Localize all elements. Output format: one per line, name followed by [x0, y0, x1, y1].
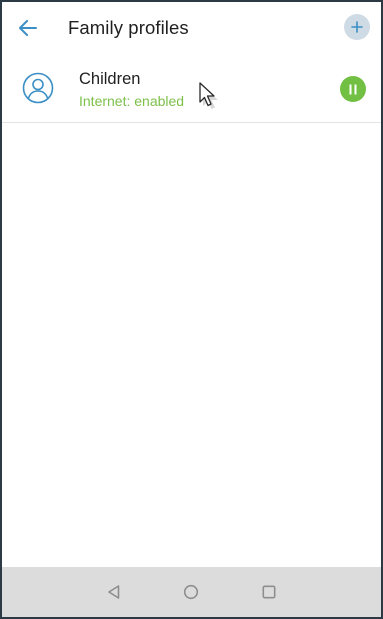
profile-status: Internet: enabled — [79, 93, 185, 109]
nav-home-button[interactable] — [180, 581, 202, 603]
pause-internet-button[interactable] — [340, 76, 366, 102]
plus-icon — [351, 21, 363, 33]
arrow-left-icon — [19, 20, 37, 36]
pause-icon — [349, 84, 357, 94]
add-profile-button[interactable] — [344, 14, 370, 40]
circle-home-icon — [183, 584, 199, 600]
nav-back-button[interactable] — [103, 581, 125, 603]
nav-recents-button[interactable] — [258, 581, 280, 603]
app-screen: Family profiles Children Internet: enabl… — [0, 0, 383, 619]
profile-list-item[interactable]: Children Internet: enabled — [2, 57, 381, 123]
profile-name: Children — [79, 70, 141, 88]
triangle-back-icon — [108, 585, 120, 599]
square-recents-icon — [262, 585, 276, 599]
system-nav-bar — [2, 567, 381, 617]
back-button[interactable] — [14, 14, 42, 42]
page-title: Family profiles — [68, 17, 189, 38]
app-header: Family profiles — [2, 2, 381, 56]
user-circle-icon — [22, 72, 54, 104]
